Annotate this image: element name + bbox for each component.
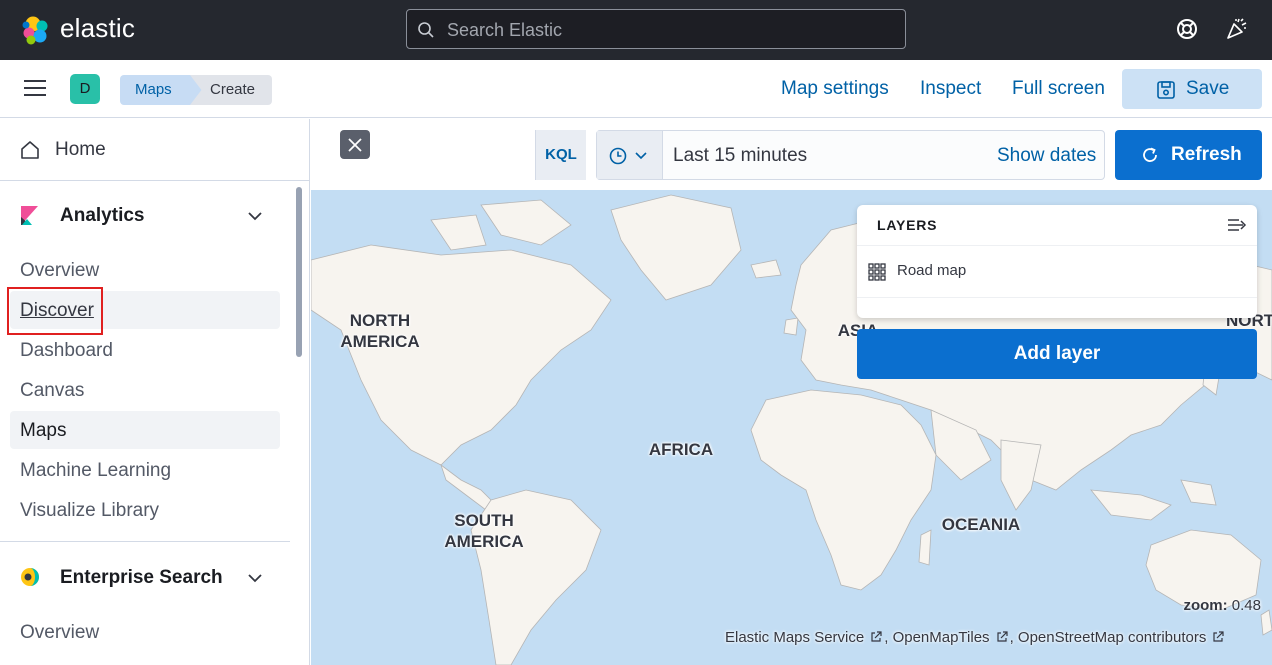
sidebar-scrollbar[interactable] <box>296 187 302 357</box>
nav-item-label: Overview <box>20 622 100 643</box>
global-search-input[interactable]: Search Elastic <box>406 9 906 49</box>
nav-item-visualize-library[interactable]: Visualize Library <box>10 491 280 529</box>
collapse-panel-icon[interactable] <box>1227 216 1247 234</box>
nav-item-canvas[interactable]: Canvas <box>10 371 280 409</box>
refresh-button[interactable]: Refresh <box>1115 130 1262 180</box>
hamburger-line <box>24 80 46 82</box>
app-toolbar: D Maps Create Map settings Inspect Full … <box>0 60 1272 118</box>
tile-layer-icon <box>868 263 886 281</box>
time-range-text[interactable]: Last 15 minutes <box>673 145 807 167</box>
save-button[interactable]: Save <box>1122 69 1262 109</box>
map-label-south-america: SOUTH AMERICA <box>444 511 524 551</box>
chevron-down-icon[interactable] <box>246 569 264 587</box>
query-language-toggle[interactable]: KQL <box>535 130 586 180</box>
search-icon <box>418 22 434 38</box>
refresh-label: Refresh <box>1171 144 1242 165</box>
map-label-africa: AFRICA <box>648 440 714 459</box>
breadcrumb-maps[interactable]: Maps <box>120 75 202 105</box>
nav-item-label: Dashboard <box>20 340 113 361</box>
map-settings-link[interactable]: Map settings <box>781 78 889 100</box>
zoom-value: 0.48 <box>1231 597 1261 614</box>
chevron-down-icon <box>635 152 647 160</box>
nav-item-label: Canvas <box>20 380 85 401</box>
news-feed-icon[interactable] <box>1225 17 1249 41</box>
nav-item-dashboard[interactable]: Dashboard <box>10 331 280 369</box>
map-attribution: Elastic Maps Service, OpenMapTiles, Open… <box>725 629 1226 646</box>
date-picker: Last 15 minutes Show dates <box>596 130 1105 180</box>
nav-item-machine-learning[interactable]: Machine Learning <box>10 451 280 489</box>
space-avatar[interactable]: D <box>70 74 100 104</box>
nav-item-maps[interactable]: Maps <box>10 411 280 449</box>
home-icon <box>21 141 39 159</box>
global-header: elastic Search Elastic <box>0 0 1272 60</box>
kibana-logo-icon <box>21 206 38 225</box>
chevron-down-icon[interactable] <box>246 207 264 225</box>
external-link-icon <box>871 631 882 642</box>
search-placeholder: Search Elastic <box>447 20 563 40</box>
attribution-link-openmaptiles[interactable]: OpenMapTiles <box>893 629 990 646</box>
show-dates-link[interactable]: Show dates <box>997 145 1096 167</box>
query-bar: KQL Last 15 minutes Show dates Refresh <box>311 119 1272 190</box>
map-label-oceania: OCEANIA <box>941 515 1021 534</box>
clock-icon <box>609 147 627 165</box>
nav-item-label: Visualize Library <box>20 500 160 521</box>
side-nav: Home Analytics Overview Discover Dashboa… <box>0 119 310 665</box>
brand-name[interactable]: elastic <box>60 13 135 44</box>
zoom-readout: zoom: 0.48 <box>1183 597 1261 614</box>
nav-item-label: Maps <box>20 420 67 441</box>
layers-title: LAYERS <box>877 217 938 233</box>
layer-name: Road map <box>897 262 967 279</box>
attribution-link-ems[interactable]: Elastic Maps Service <box>725 629 864 646</box>
nav-home[interactable]: Home <box>0 119 309 181</box>
nav-group-analytics[interactable]: Analytics <box>60 205 144 227</box>
nav-item-label: Overview <box>20 260 100 281</box>
nav-item-overview[interactable]: Overview <box>10 251 280 289</box>
save-icon <box>1157 81 1175 99</box>
nav-group-enterprise-search[interactable]: Enterprise Search <box>60 567 223 589</box>
save-label: Save <box>1186 78 1230 99</box>
layer-control-panel: LAYERS Road map <box>857 205 1257 318</box>
hamburger-line <box>24 94 46 96</box>
external-link-icon <box>1213 631 1224 642</box>
zoom-label: zoom: <box>1183 597 1228 614</box>
quick-select-button[interactable] <box>597 131 663 179</box>
help-lifebuoy-icon[interactable] <box>1175 17 1199 41</box>
layer-row-road-map[interactable]: Road map <box>857 246 1257 298</box>
hamburger-line <box>24 87 46 89</box>
highlight-annotation-box <box>7 287 103 335</box>
attribution-link-osm[interactable]: OpenStreetMap contributors <box>1018 629 1206 646</box>
elastic-logo-icon[interactable] <box>20 14 52 46</box>
nav-item-es-overview[interactable]: Overview <box>10 613 280 651</box>
close-icon <box>348 138 362 152</box>
clear-query-button[interactable] <box>340 130 370 159</box>
inspect-link[interactable]: Inspect <box>920 78 981 100</box>
nav-divider <box>0 541 290 542</box>
map-label-north-america: NORTH AMERICA <box>340 311 420 351</box>
menu-toggle-button[interactable] <box>24 80 46 98</box>
refresh-icon <box>1143 147 1157 162</box>
add-layer-button[interactable]: Add layer <box>857 329 1257 379</box>
map-canvas[interactable]: NORTH AMERICA SOUTH AMERICA AFRICA ASIA … <box>311 190 1272 665</box>
enterprise-search-logo-icon <box>21 568 39 586</box>
full-screen-link[interactable]: Full screen <box>1012 78 1105 100</box>
nav-home-label: Home <box>55 139 106 160</box>
breadcrumb-create: Create <box>190 75 272 105</box>
nav-item-label: Machine Learning <box>20 460 172 481</box>
external-link-icon <box>996 631 1008 642</box>
